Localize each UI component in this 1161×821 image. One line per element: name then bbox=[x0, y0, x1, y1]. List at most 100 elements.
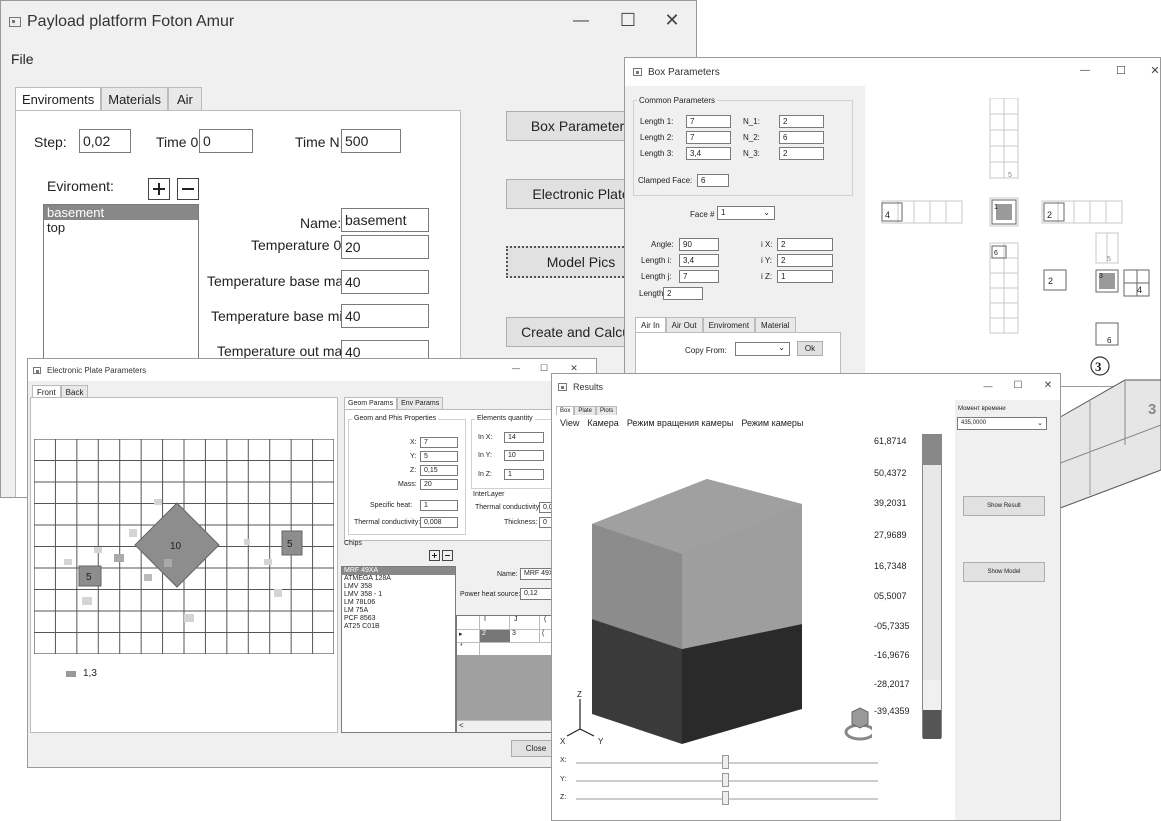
tab-enviroment[interactable]: Enviroment bbox=[702, 317, 756, 333]
chip-grid: I J ( ▸ 2 3 ( * < bbox=[456, 615, 560, 733]
list-item[interactable]: MRF 49XA bbox=[342, 567, 455, 575]
grid-cell[interactable]: 3 bbox=[510, 630, 540, 642]
lengthk-input[interactable]: 2 bbox=[663, 287, 703, 300]
name-input[interactable]: basement bbox=[341, 208, 429, 232]
add-icon[interactable] bbox=[148, 178, 170, 200]
close-button[interactable]: ✕ bbox=[657, 10, 687, 31]
length3-input[interactable]: 3,4 bbox=[686, 147, 731, 160]
scale-label: -16,9676 bbox=[874, 650, 910, 660]
tab-plots[interactable]: Plots bbox=[596, 406, 618, 415]
ok-button[interactable]: Ok bbox=[797, 341, 823, 356]
scroll-left-icon[interactable]: < bbox=[457, 721, 464, 730]
tab-enviroments[interactable]: Enviroments bbox=[15, 87, 102, 111]
plate-maximize-button[interactable]: ☐ bbox=[536, 363, 552, 374]
tab-materials[interactable]: Materials bbox=[101, 87, 168, 111]
show-model-button[interactable]: Show Model bbox=[963, 562, 1045, 582]
length2-input[interactable]: 7 bbox=[686, 131, 731, 144]
box-minimize-button[interactable]: — bbox=[1075, 65, 1095, 76]
list-item[interactable]: PCF 8563 bbox=[342, 615, 455, 623]
tab-plate[interactable]: Plate bbox=[574, 406, 597, 415]
step-input[interactable]: 0,02 bbox=[79, 129, 131, 153]
face-select[interactable]: 1 ⌄ bbox=[717, 206, 775, 220]
tbmin-label: Temperature base min: bbox=[211, 308, 355, 324]
ix-input[interactable]: 2 bbox=[777, 238, 833, 251]
menu-view[interactable]: View bbox=[560, 418, 579, 428]
scale-label: 16,7348 bbox=[874, 561, 907, 571]
menu-camera-mode[interactable]: Режим камеры bbox=[741, 418, 803, 428]
viewport-3d[interactable]: Z X Y bbox=[552, 434, 872, 754]
list-item[interactable]: LMV 358 - 1 bbox=[342, 591, 455, 599]
lengthi-input[interactable]: 3,4 bbox=[679, 254, 719, 267]
chip-name-label: Name: bbox=[497, 571, 518, 578]
y-input[interactable]: 5 bbox=[420, 451, 458, 462]
results-close-button[interactable]: ✕ bbox=[1040, 380, 1056, 391]
tab-air-out[interactable]: Air Out bbox=[665, 317, 703, 333]
slider-x-thumb[interactable] bbox=[722, 755, 729, 769]
lengthi-label: Length i: bbox=[641, 256, 672, 265]
tab-air-in[interactable]: Air In bbox=[635, 317, 666, 333]
add-chip-icon[interactable] bbox=[429, 550, 440, 561]
grid-cell[interactable]: 2 bbox=[480, 630, 510, 642]
tab-material[interactable]: Material bbox=[755, 317, 796, 333]
list-item[interactable]: LMV 358 bbox=[342, 583, 455, 591]
tab-geom-params[interactable]: Geom Params bbox=[344, 397, 398, 409]
grid-cell[interactable]: ( bbox=[540, 630, 544, 642]
list-item[interactable]: ATMEGA 128A bbox=[342, 575, 455, 583]
list-item[interactable]: LM 78L06 bbox=[342, 599, 455, 607]
slider-z-thumb[interactable] bbox=[722, 791, 729, 805]
iny-input[interactable]: 10 bbox=[504, 450, 544, 461]
tab-env-params[interactable]: Env Params bbox=[397, 397, 444, 409]
temp0-input[interactable]: 20 bbox=[341, 235, 429, 259]
box-close-button[interactable]: ✕ bbox=[1145, 64, 1160, 77]
minimize-button[interactable]: — bbox=[566, 12, 596, 30]
remove-chip-icon[interactable] bbox=[442, 550, 453, 561]
time0-input[interactable]: 0 bbox=[199, 129, 253, 153]
box-maximize-button[interactable]: ☐ bbox=[1111, 64, 1131, 77]
results-minimize-button[interactable]: — bbox=[980, 381, 996, 391]
n1-input[interactable]: 2 bbox=[779, 115, 824, 128]
slider-y-thumb[interactable] bbox=[722, 773, 729, 787]
plate-minimize-button[interactable]: — bbox=[508, 364, 524, 373]
n3-input[interactable]: 2 bbox=[779, 147, 824, 160]
box-window: Box Parameters — ☐ ✕ Common Parameters L… bbox=[624, 57, 1161, 387]
show-result-button[interactable]: Show Result bbox=[963, 496, 1045, 516]
z-input[interactable]: 0,15 bbox=[420, 465, 458, 476]
n2-input[interactable]: 6 bbox=[779, 131, 824, 144]
tab-air[interactable]: Air bbox=[168, 87, 202, 111]
view-cube-icon[interactable] bbox=[844, 707, 872, 741]
maximize-button[interactable]: ☐ bbox=[613, 10, 643, 31]
mass-input[interactable]: 20 bbox=[420, 479, 458, 490]
inz-input[interactable]: 1 bbox=[504, 469, 544, 480]
menu-file[interactable]: File bbox=[11, 51, 34, 67]
inx-input[interactable]: 14 bbox=[504, 432, 544, 443]
grid-hscrollbar[interactable]: < bbox=[457, 720, 559, 732]
menu-camera-rotation[interactable]: Режим вращения камеры bbox=[627, 418, 734, 428]
thickness-label: Thickness: bbox=[504, 519, 538, 526]
time-moment-select[interactable]: 435,0000 ⌄ bbox=[957, 417, 1047, 430]
tbmin-input[interactable]: 40 bbox=[341, 304, 429, 328]
list-item-top[interactable]: top bbox=[44, 220, 198, 235]
thermal-input[interactable]: 0,008 bbox=[420, 517, 458, 528]
lengthj-input[interactable]: 7 bbox=[679, 270, 719, 283]
n3-label: N_3: bbox=[743, 149, 760, 158]
list-item[interactable]: LM 75A bbox=[342, 607, 455, 615]
specific-heat-input[interactable]: 1 bbox=[420, 500, 458, 511]
iy-input[interactable]: 2 bbox=[777, 254, 833, 267]
remove-icon[interactable] bbox=[177, 178, 199, 200]
chip-label-10: 10 bbox=[170, 541, 182, 552]
list-item-basement[interactable]: basement bbox=[44, 205, 198, 220]
results-maximize-button[interactable]: ☐ bbox=[1010, 380, 1026, 391]
grid-header-k: ( bbox=[544, 616, 547, 623]
length1-input[interactable]: 7 bbox=[686, 115, 731, 128]
clamped-input[interactable]: 6 bbox=[697, 174, 729, 187]
menu-camera[interactable]: Камера bbox=[587, 418, 618, 428]
iz-input[interactable]: 1 bbox=[777, 270, 833, 283]
timen-input[interactable]: 500 bbox=[341, 129, 401, 153]
results-title: Results bbox=[573, 382, 604, 392]
copy-from-select[interactable]: ⌄ bbox=[735, 342, 790, 356]
tab-box[interactable]: Box bbox=[556, 406, 575, 415]
x-input[interactable]: 7 bbox=[420, 437, 458, 448]
tbmax-input[interactable]: 40 bbox=[341, 270, 429, 294]
list-item[interactable]: AT25 C01B bbox=[342, 623, 455, 631]
angle-input[interactable]: 90 bbox=[679, 238, 719, 251]
